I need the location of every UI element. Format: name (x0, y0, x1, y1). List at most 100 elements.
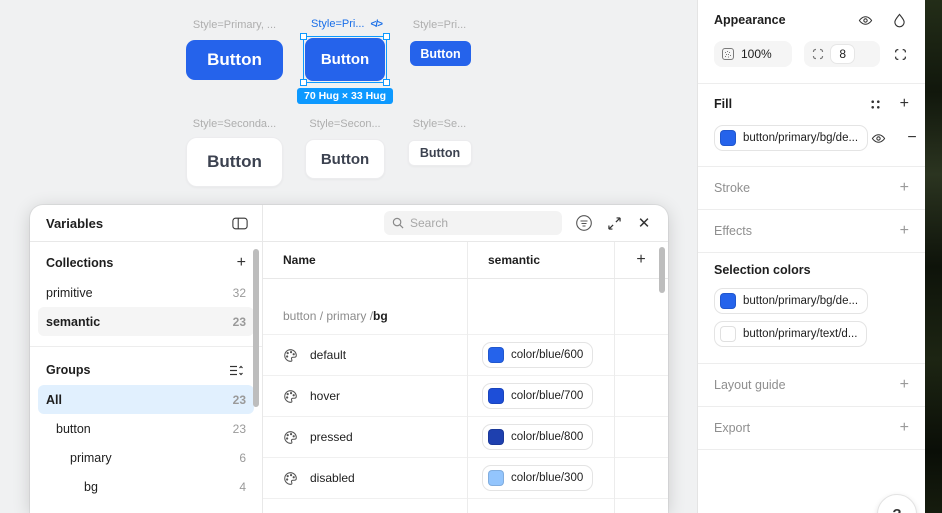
group-item-bg[interactable]: bg 4 (38, 472, 254, 501)
opacity-value: 100% (741, 47, 772, 61)
group-item-button[interactable]: button 23 (38, 414, 254, 443)
opacity-icon (722, 48, 734, 60)
color-variable-icon (283, 430, 298, 445)
fill-variable-name: button/primary/bg/de... (743, 132, 859, 144)
layer-label[interactable]: Style=Seconda... (186, 118, 283, 130)
effects-title: Effects (714, 224, 752, 238)
selection-color-chip[interactable]: button/primary/bg/de... (714, 288, 869, 314)
selected-layer[interactable]: Button 70 Hug × 33 Hug (297, 33, 393, 104)
fill-visible-eye-icon[interactable] (868, 128, 888, 148)
collection-name: primitive (46, 285, 93, 300)
table-header: Name semantic + (263, 242, 668, 279)
variable-name: pressed (310, 430, 353, 444)
opacity-field[interactable]: 100% (714, 41, 793, 67)
divider (30, 346, 262, 347)
selection-colors-section: Selection colors button/primary/bg/de...… (698, 253, 925, 364)
column-divider (467, 242, 468, 513)
column-header-mode[interactable]: semantic (467, 253, 614, 267)
resize-handle[interactable] (300, 33, 307, 40)
add-effect-button[interactable]: + (900, 223, 909, 239)
desktop-wallpaper (925, 0, 942, 513)
color-swatch (488, 470, 504, 486)
groups-header: Groups (46, 363, 91, 377)
color-swatch (488, 388, 504, 404)
collection-count: 32 (232, 285, 246, 300)
layer-label[interactable]: Style=Pri... (408, 19, 471, 31)
selection-color-name: button/primary/text/d... (743, 328, 858, 340)
toggle-sidebar-icon[interactable] (230, 213, 250, 233)
canvas-button-secondary-lg[interactable]: Button (186, 137, 283, 187)
group-item-primary[interactable]: primary 6 (38, 443, 254, 472)
variable-row[interactable]: disabled color/blue/300 (263, 458, 668, 499)
group-path-prefix: button / primary / (283, 308, 374, 323)
selection-color-chip[interactable]: button/primary/text/d... (714, 321, 868, 347)
variable-row[interactable]: pressed color/blue/800 (263, 417, 668, 458)
add-mode-button[interactable]: + (636, 252, 645, 268)
column-divider (614, 242, 615, 513)
corner-radius-value[interactable]: 8 (831, 45, 855, 63)
add-layout-guide-button[interactable]: + (900, 377, 909, 393)
canvas-button-primary-sm[interactable]: Button (410, 41, 471, 66)
canvas-button-primary-md[interactable]: Button (305, 38, 385, 81)
effects-section: Effects + (698, 210, 925, 253)
collection-item-semantic[interactable]: semantic 23 (38, 307, 254, 336)
corner-radius-icon (812, 48, 824, 60)
layer-label[interactable]: Style=Se... (408, 118, 471, 130)
canvas-button-primary-lg[interactable]: Button (186, 40, 283, 80)
add-fill-button[interactable]: + (900, 96, 909, 112)
selection-color-swatch (720, 326, 736, 342)
variable-value-chip[interactable]: color/blue/600 (482, 342, 594, 368)
canvas-button-secondary-sm[interactable]: Button (408, 140, 472, 166)
variable-value-chip[interactable]: color/blue/800 (482, 424, 594, 450)
visibility-eye-icon[interactable] (855, 10, 875, 30)
close-icon[interactable]: ✕ (634, 213, 654, 233)
layer-label-selected[interactable]: Style=Pri... </> (311, 18, 384, 30)
search-field[interactable] (384, 211, 562, 235)
variable-row[interactable]: default color/blue/600 (263, 335, 668, 376)
expand-window-icon[interactable] (604, 213, 624, 233)
canvas-button-secondary-md[interactable]: Button (305, 139, 385, 179)
group-name: primary (70, 450, 112, 465)
sidebar-scrollbar[interactable] (253, 249, 259, 407)
add-collection-button[interactable]: + (237, 255, 246, 271)
layer-label[interactable]: Style=Secon... (305, 118, 385, 130)
blend-mode-droplet-icon[interactable] (889, 10, 909, 30)
group-item-all[interactable]: All 23 (38, 385, 254, 414)
selection-colors-title: Selection colors (714, 263, 811, 277)
layer-label-text: Style=Pri... (311, 18, 365, 30)
table-scrollbar[interactable] (659, 247, 665, 293)
independent-corners-icon[interactable] (892, 44, 909, 64)
collections-section: Collections + primitive 32 semantic 23 (30, 242, 262, 342)
resize-handle[interactable] (383, 33, 390, 40)
add-export-button[interactable]: + (900, 420, 909, 436)
column-header-name: Name (283, 253, 316, 267)
resize-handle[interactable] (300, 79, 307, 86)
fill-variable-chip[interactable]: button/primary/bg/de... (714, 125, 869, 151)
variable-name: disabled (310, 471, 355, 485)
layout-guide-section: Layout guide + (698, 364, 925, 407)
color-variable-icon (283, 348, 298, 363)
variable-value-chip[interactable]: color/blue/700 (482, 383, 594, 409)
color-variable-icon (283, 471, 298, 486)
code-connect-icon[interactable]: </> (371, 19, 384, 30)
variable-value-chip[interactable]: color/blue/300 (482, 465, 594, 491)
groups-section: Groups All 23 button 23 primary 6 bg 4 (30, 349, 262, 507)
search-input[interactable] (410, 216, 540, 230)
add-stroke-button[interactable]: + (900, 180, 909, 196)
corner-radius-field[interactable]: 8 (804, 41, 880, 67)
styles-grid-icon[interactable] (866, 94, 886, 114)
export-title: Export (714, 421, 751, 435)
resize-handle[interactable] (383, 79, 390, 86)
remove-fill-minus-icon[interactable]: − (902, 128, 922, 148)
selection-color-name: button/primary/bg/de... (743, 295, 859, 307)
collections-header: Collections (46, 256, 114, 270)
variable-name: default (310, 348, 347, 362)
variable-row[interactable]: hover color/blue/700 (263, 376, 668, 417)
filter-icon[interactable] (574, 213, 594, 233)
variable-value: color/blue/600 (511, 349, 584, 361)
collection-item-primitive[interactable]: primitive 32 (38, 278, 254, 307)
collapse-groups-icon[interactable] (226, 360, 246, 380)
variable-name: hover (310, 389, 341, 403)
variables-toolbar: ✕ (263, 205, 668, 242)
layer-label[interactable]: Style=Primary, ... (186, 19, 283, 31)
